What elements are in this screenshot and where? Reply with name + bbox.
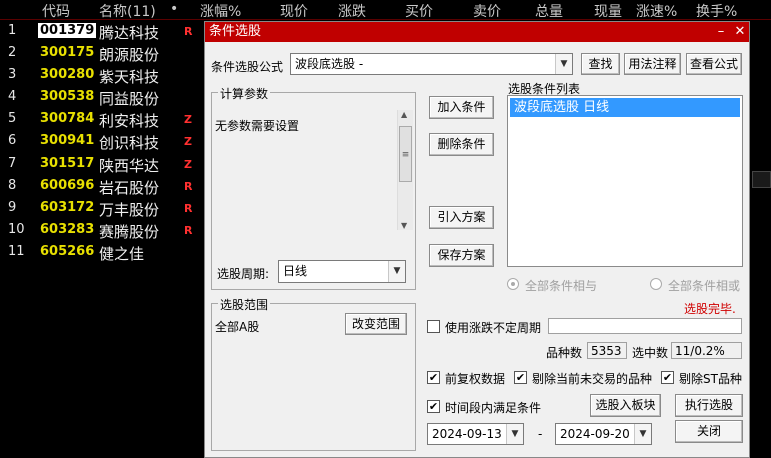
table-row[interactable]: 3 300280 紫天科技 — [0, 65, 205, 87]
status-badge: Z — [184, 157, 192, 171]
table-row[interactable]: 6 300941 创识科技 Z — [0, 131, 205, 153]
col-dot[interactable]: • — [170, 1, 178, 17]
forward-adjust-checkbox[interactable]: ✔ — [427, 371, 440, 384]
radio-and[interactable] — [507, 278, 519, 290]
col-change-pct[interactable]: 涨幅% — [200, 1, 241, 21]
exclude-untraded-checkbox[interactable]: ✔ — [514, 371, 527, 384]
close-button[interactable]: 关闭 — [675, 420, 743, 443]
quote-table-body: 1 001379 腾达科技 R 2 300175 朗源股份 3 300280 紫天科技 4 30… — [0, 21, 205, 264]
chevron-down-icon[interactable]: ▼ — [388, 261, 405, 282]
delete-condition-button[interactable]: 删除条件 — [429, 133, 494, 156]
formula-select[interactable]: 波段底选股 - ▼ — [290, 53, 573, 75]
table-row[interactable]: 5 300784 利安科技 Z — [0, 109, 205, 131]
range-value: 全部A股 — [215, 320, 260, 334]
status-badge: R — [184, 223, 193, 237]
table-row[interactable]: 10 603283 赛腾股份 R — [0, 220, 205, 242]
scroll-up-icon[interactable]: ▲ — [401, 110, 407, 119]
condition-select-dialog: 条件选股 – ✕ 条件选股公式 波段底选股 - ▼ 查找 用法注释 查看公式 计… — [204, 21, 750, 458]
table-row[interactable]: 2 300175 朗源股份 — [0, 43, 205, 65]
scroll-down-icon[interactable]: ▼ — [401, 221, 407, 230]
uncertain-period-checkbox[interactable] — [427, 320, 440, 333]
table-row[interactable]: 7 301517 陕西华达 Z — [0, 154, 205, 176]
change-range-button[interactable]: 改变范围 — [345, 313, 407, 335]
date-from-picker[interactable]: 2024-09-13 ▼ — [427, 423, 524, 445]
period-label: 选股周期: — [217, 267, 270, 281]
execute-button[interactable]: 执行选股 — [675, 394, 743, 417]
col-bid[interactable]: 买价 — [405, 1, 433, 21]
period-select[interactable]: 日线 ▼ — [278, 260, 406, 283]
params-text: 无参数需要设置 — [215, 119, 300, 133]
status-badge: Z — [184, 135, 192, 149]
radio-and-label: 全部条件相与 — [525, 279, 598, 293]
selected-label: 选中数 — [632, 346, 669, 360]
side-scroll-stub[interactable] — [752, 171, 771, 188]
find-button[interactable]: 查找 — [581, 53, 620, 75]
table-row[interactable]: 4 300538 同益股份 — [0, 87, 205, 109]
to-block-button[interactable]: 选股入板块 — [590, 394, 661, 417]
table-row[interactable]: 8 600696 岩石股份 R — [0, 176, 205, 198]
list-item[interactable]: 波段底选股 日线 — [510, 98, 740, 117]
col-ask[interactable]: 卖价 — [473, 1, 501, 21]
selected-field: 11/0.2% — [671, 342, 742, 359]
radio-or-label: 全部条件相或 — [668, 279, 741, 293]
status-badge: R — [184, 201, 193, 215]
exclude-st-checkbox[interactable]: ✔ — [661, 371, 674, 384]
view-formula-button[interactable]: 查看公式 — [686, 53, 742, 75]
exclude-st-label: 剔除ST品种 — [679, 372, 742, 386]
col-volume[interactable]: 总量 — [535, 1, 563, 21]
status-badge: R — [184, 179, 193, 193]
time-period-checkbox[interactable]: ✔ — [427, 400, 440, 413]
close-icon[interactable]: ✕ — [732, 24, 748, 40]
dialog-title[interactable]: 条件选股 — [205, 22, 749, 42]
stock-count-field: 5353 — [587, 342, 627, 359]
import-plan-button[interactable]: 引入方案 — [429, 206, 494, 229]
params-scrollbar[interactable]: ▲ ≡ ▼ — [397, 110, 413, 230]
chevron-down-icon[interactable]: ▼ — [555, 54, 572, 74]
radio-or[interactable] — [650, 278, 662, 290]
status-text: 选股完毕. — [684, 302, 736, 316]
col-name[interactable]: 名称(11) — [99, 1, 156, 21]
minimize-icon[interactable]: – — [713, 24, 729, 40]
quote-table-header: 代码 名称(11) • 涨幅% 现价 涨跌 买价 卖价 总量 现量 涨速% 换手… — [0, 0, 771, 20]
col-price[interactable]: 现价 — [280, 1, 308, 21]
chevron-down-icon[interactable]: ▼ — [506, 424, 523, 444]
usage-button[interactable]: 用法注释 — [624, 53, 681, 75]
save-plan-button[interactable]: 保存方案 — [429, 244, 494, 267]
condition-list[interactable]: 波段底选股 日线 — [507, 95, 743, 267]
time-period-label: 时间段内满足条件 — [445, 401, 542, 415]
forward-adjust-label: 前复权数据 — [445, 372, 506, 386]
col-turnover[interactable]: 换手% — [696, 1, 737, 21]
exclude-untraded-label: 剔除当前未交易的品种 — [532, 372, 653, 386]
uncertain-period-field[interactable] — [548, 318, 742, 334]
table-row[interactable]: 1 001379 腾达科技 R — [0, 21, 205, 44]
date-to-picker[interactable]: 2024-09-20 ▼ — [555, 423, 652, 445]
col-code[interactable]: 代码 — [42, 1, 70, 21]
table-row[interactable]: 9 603172 万丰股份 R — [0, 198, 205, 220]
status-badge: Z — [184, 113, 192, 127]
table-row[interactable]: 11 605266 健之佳 — [0, 242, 205, 264]
col-cur-volume[interactable]: 现量 — [594, 1, 622, 21]
scroll-thumb[interactable]: ≡ — [399, 126, 412, 182]
col-speed[interactable]: 涨速% — [636, 1, 677, 21]
chevron-down-icon[interactable]: ▼ — [634, 424, 651, 444]
col-change[interactable]: 涨跌 — [338, 1, 366, 21]
stock-count-label: 品种数 — [546, 346, 583, 360]
status-badge: R — [184, 25, 193, 38]
uncertain-period-label: 使用涨跌不定周期 — [445, 321, 542, 335]
formula-label: 条件选股公式 — [211, 60, 284, 74]
date-separator: - — [538, 427, 543, 441]
add-condition-button[interactable]: 加入条件 — [429, 96, 494, 119]
